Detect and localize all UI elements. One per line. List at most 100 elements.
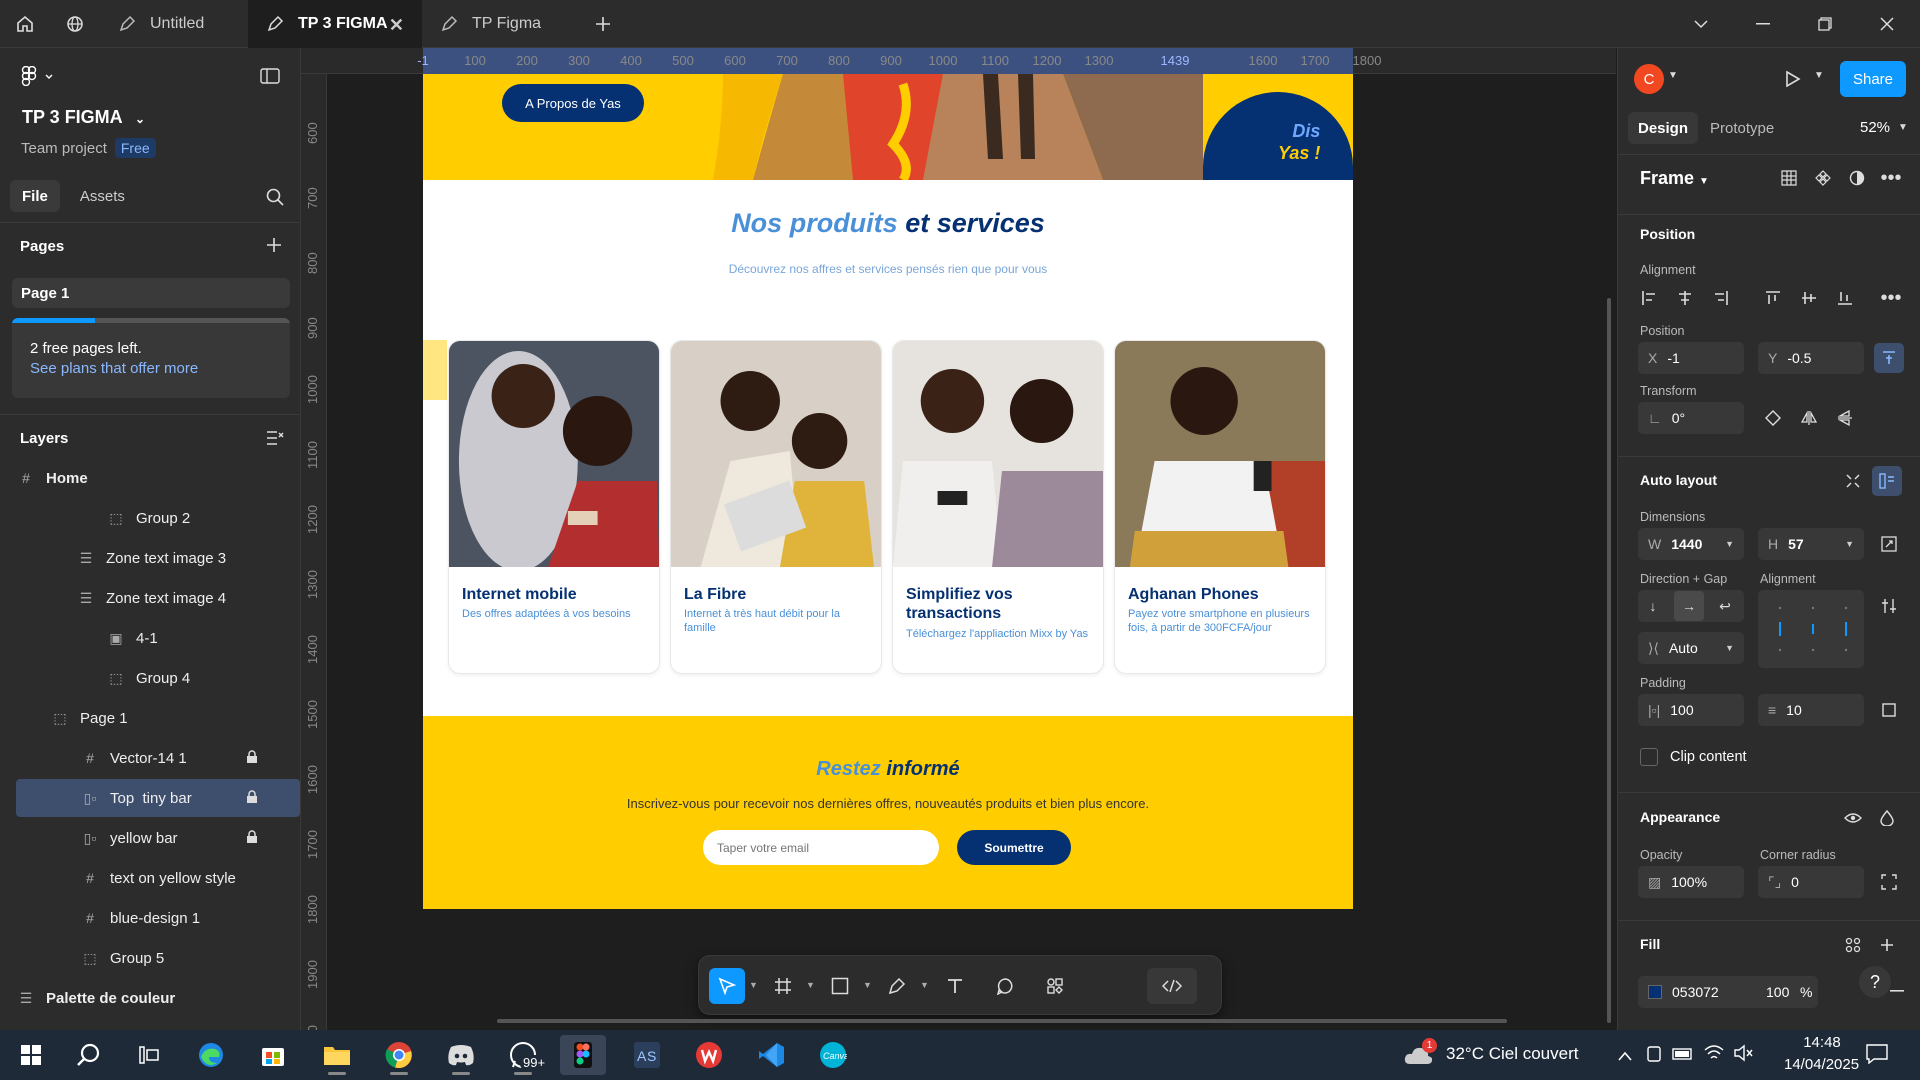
tray-chevron-up-icon[interactable] [1618, 1048, 1632, 1066]
comment-tool-icon[interactable] [987, 968, 1023, 1004]
layers-list-icon[interactable] [266, 430, 284, 451]
rotation-field[interactable]: ∟ 0° [1638, 402, 1744, 434]
direction-wrap-icon[interactable]: ↩ [1710, 591, 1740, 621]
share-button[interactable]: Share [1840, 61, 1906, 97]
add-fill-plus-icon[interactable] [1872, 930, 1902, 960]
height-field[interactable]: H 57 ▼ [1758, 528, 1864, 560]
flip-vertical-icon[interactable] [1830, 403, 1860, 433]
component-icon[interactable] [1808, 163, 1838, 193]
project-title[interactable]: TP 3 FIGMA ⌄ [22, 107, 145, 128]
autolayout-settings-icon[interactable] [1874, 591, 1904, 621]
clip-content-checkbox[interactable] [1640, 748, 1658, 766]
search-icon[interactable] [66, 1035, 112, 1075]
chevron-down-icon[interactable]: ▼ [1898, 122, 1908, 133]
battery-icon[interactable] [1672, 1046, 1694, 1067]
actions-tool-icon[interactable] [1037, 968, 1073, 1004]
card-la-fibre[interactable]: La Fibre Internet à très haut débit pour… [670, 340, 882, 674]
file-explorer-icon[interactable] [314, 1035, 360, 1075]
chevron-down-icon[interactable]: ▼ [1814, 70, 1824, 81]
email-field[interactable] [703, 830, 939, 865]
padding-horizontal-field[interactable]: |▫| 100 [1638, 694, 1744, 726]
microsoft-store-icon[interactable] [250, 1035, 296, 1075]
y-field[interactable]: Y -0.5 [1758, 342, 1864, 374]
canvas[interactable]: -1 100 200 300 400 500 600 700 800 900 1000 1100 120… [301, 48, 1616, 1030]
submit-button[interactable]: Soumettre [957, 830, 1071, 865]
chevron-down-icon[interactable]: ▼ [863, 980, 872, 990]
layer-yellow-bar[interactable]: ▯▫ yellow bar [80, 819, 300, 857]
discord-icon[interactable] [438, 1035, 484, 1075]
search-icon[interactable] [266, 188, 284, 211]
tab-design[interactable]: Design [1628, 112, 1699, 144]
volume-muted-icon[interactable] [1734, 1044, 1754, 1067]
edge-browser-icon[interactable] [188, 1035, 234, 1075]
align-right-icon[interactable] [1706, 283, 1736, 313]
rotate-90-icon[interactable] [1758, 403, 1788, 433]
wifi-icon[interactable] [1704, 1044, 1724, 1067]
layer-group-4[interactable]: ⬚ Group 4 [106, 659, 300, 697]
sidebar-toggle-icon[interactable] [260, 68, 280, 89]
direction-right-icon[interactable]: → [1674, 591, 1704, 621]
layer-4-1[interactable]: ▣ 4-1 [106, 619, 300, 657]
windows-start-icon[interactable] [8, 1035, 54, 1075]
dev-mode-icon[interactable] [1147, 968, 1197, 1004]
chevron-down-icon[interactable]: ▼ [749, 980, 758, 990]
x-field[interactable]: X -1 [1638, 342, 1744, 374]
meet-now-icon[interactable] [1646, 1044, 1662, 1069]
individual-corners-icon[interactable] [1874, 867, 1904, 897]
frame-tool-icon[interactable] [765, 968, 801, 1004]
card-internet-mobile[interactable]: Internet mobile Des offres adaptées à vo… [448, 340, 660, 674]
alignment-grid[interactable] [1758, 590, 1864, 668]
individual-padding-icon[interactable] [1874, 695, 1904, 725]
text-tool-icon[interactable] [937, 968, 973, 1004]
community-globe-icon[interactable] [50, 0, 100, 48]
gap-field[interactable]: ⟩⟨ Auto ▼ [1638, 632, 1744, 664]
avatar[interactable]: C [1634, 64, 1664, 94]
chevron-down-icon[interactable]: ▼ [1668, 70, 1678, 81]
more-options-icon[interactable]: ••• [1876, 163, 1906, 193]
tab-tp-3-figma[interactable]: TP 3 FIGMA ✕ [248, 0, 422, 48]
tab-tp-figma[interactable]: TP Figma [422, 0, 580, 48]
mask-icon[interactable] [1842, 163, 1872, 193]
zoom-level[interactable]: 52% [1860, 119, 1890, 136]
visibility-eye-icon[interactable] [1838, 803, 1868, 833]
card-transactions[interactable]: Simplifiez vos transactions Téléchargez … [892, 340, 1104, 674]
layer-zone-text-image-3[interactable]: ☰ Zone text image 3 [76, 539, 300, 577]
add-page-plus-icon[interactable] [266, 237, 282, 258]
opacity-field[interactable]: ▨ 100% [1638, 866, 1744, 898]
whatsapp-icon[interactable]: 99+ [500, 1035, 549, 1075]
move-tool-icon[interactable] [709, 968, 745, 1004]
new-tab-plus-icon[interactable] [578, 0, 628, 48]
chevron-down-icon[interactable]: ▼ [806, 980, 815, 990]
layer-zone-text-image-4[interactable]: ☰ Zone text image 4 [76, 579, 300, 617]
layer-group-5[interactable]: ⬚ Group 5 [80, 939, 300, 977]
present-play-icon[interactable] [1778, 64, 1808, 94]
blend-mode-drop-icon[interactable] [1872, 803, 1902, 833]
page-item-page-1[interactable]: Page 1 [12, 278, 290, 308]
tab-assets[interactable]: Assets [68, 180, 137, 212]
styles-grid-icon[interactable] [1838, 930, 1868, 960]
padding-vertical-field[interactable]: ≡ 10 [1758, 694, 1864, 726]
clock-date[interactable]: 14/04/2025 [1784, 1056, 1859, 1073]
layer-home[interactable]: # Home [16, 459, 300, 497]
autolayout-active-icon[interactable] [1872, 466, 1902, 496]
frame-type-selector[interactable]: Frame ▼ [1640, 168, 1709, 189]
notifications-icon[interactable] [1866, 1044, 1888, 1069]
tab-prototype[interactable]: Prototype [1700, 112, 1784, 144]
home-icon[interactable] [0, 0, 50, 48]
lock-icon[interactable] [246, 750, 258, 764]
tab-file[interactable]: File [10, 180, 60, 212]
azure-data-studio-icon[interactable]: AS [624, 1035, 670, 1075]
close-tab-icon[interactable]: ✕ [389, 15, 404, 36]
fill-color-field[interactable]: 053072 100% [1638, 976, 1818, 1008]
collapse-autolayout-icon[interactable] [1838, 466, 1868, 496]
constraints-icon[interactable] [1874, 343, 1904, 373]
layer-page-1[interactable]: ⬚ Page 1 [50, 699, 300, 737]
more-options-icon[interactable]: ••• [1876, 283, 1906, 313]
team-info[interactable]: Team project Free [21, 138, 156, 158]
rectangle-tool-icon[interactable] [822, 968, 858, 1004]
align-middle-v-icon[interactable] [1794, 283, 1824, 313]
layer-text-on-yellow-style[interactable]: # text on yellow style [80, 859, 300, 897]
restore-icon[interactable] [1794, 0, 1856, 48]
canva-icon[interactable]: Canva [810, 1035, 856, 1075]
pen-tool-icon[interactable] [879, 968, 915, 1004]
